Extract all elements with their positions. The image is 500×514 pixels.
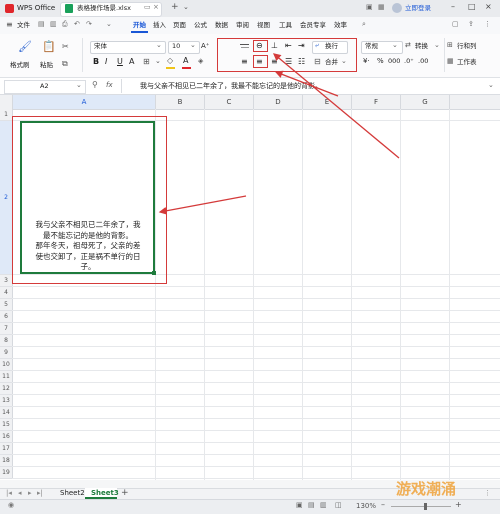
sheet-tab-sheet2[interactable]: Sheet2 [60, 490, 85, 497]
zoom-out-icon[interactable]: – [381, 501, 385, 509]
zoom-slider-track[interactable] [391, 506, 451, 507]
next-sheet-icon[interactable]: ▸ [28, 490, 32, 497]
arrow-to-align-middle [273, 53, 400, 159]
zoom-in-icon[interactable]: + [455, 501, 462, 509]
watermark-logo: 游戏潮涌 [396, 480, 457, 498]
arrow-to-align-center [274, 70, 339, 97]
read-mode-icon[interactable]: ◫ [335, 502, 342, 509]
zoom-slider-thumb[interactable] [424, 503, 427, 510]
status-mode-icon[interactable]: ◉ [8, 502, 14, 509]
arrow-to-cell-a2 [158, 195, 247, 215]
first-sheet-icon[interactable]: |◂ [6, 490, 12, 497]
add-sheet-button[interactable]: + [121, 489, 129, 498]
view-layout-icon[interactable]: ▤ [308, 502, 315, 509]
view-break-icon[interactable]: ▥ [320, 502, 327, 509]
view-normal-icon[interactable]: ▣ [296, 502, 303, 509]
last-sheet-icon[interactable]: ▸| [37, 490, 43, 497]
zoom-level[interactable]: 130% [356, 503, 376, 510]
prev-sheet-icon[interactable]: ◂ [18, 490, 22, 497]
sheet-tab-sheet3[interactable]: Sheet3 [91, 490, 119, 497]
annotation-arrows [158, 53, 400, 215]
sheet-scroll-icon[interactable]: ⋮ [484, 490, 491, 497]
